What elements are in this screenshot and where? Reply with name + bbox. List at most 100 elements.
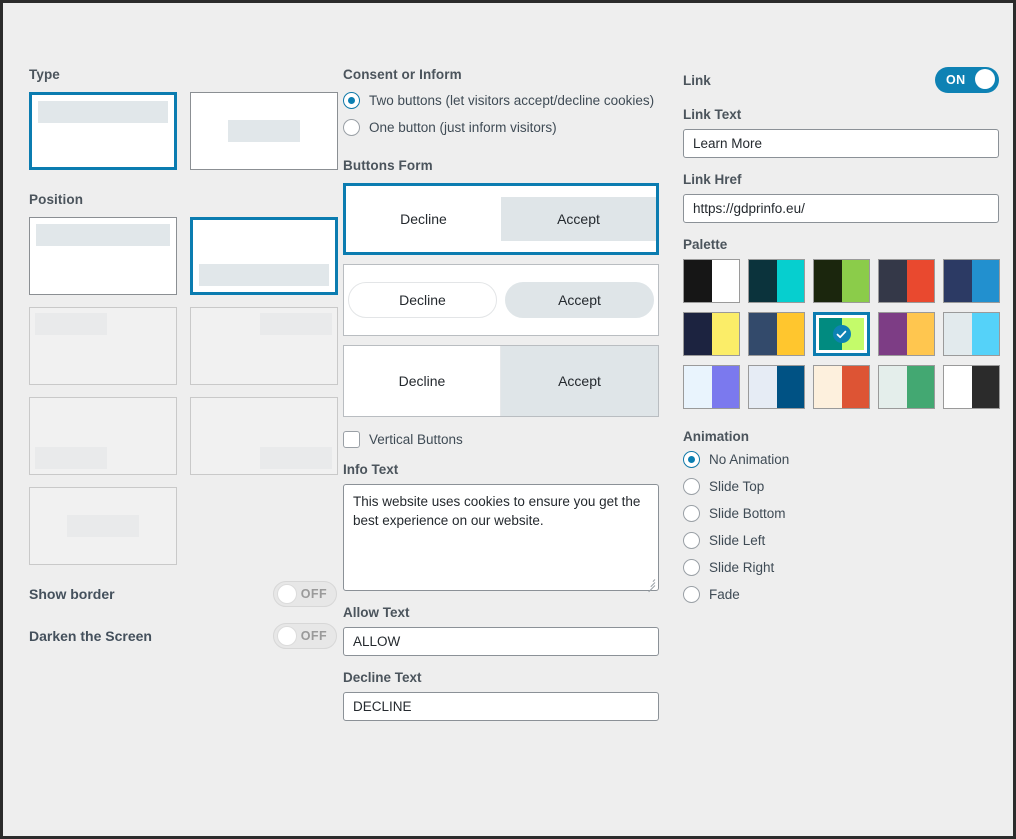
position-option-top-right[interactable] [190,307,338,385]
animation-radio-3[interactable]: Slide Left [683,532,1005,549]
link-text-input[interactable]: Learn More [683,129,999,158]
position-option-bottom-left[interactable] [29,397,177,475]
swatch-color-left [879,366,907,408]
link-href-input[interactable]: https://gdprinfo.eu/ [683,194,999,223]
toggle-switch[interactable]: OFF [273,623,337,649]
swatch-color-right [712,260,740,302]
column-right: Link ON Link Text Learn More Link Href h… [681,67,1005,828]
consent-radio-1[interactable]: One button (just inform visitors) [343,119,681,136]
swatch-color-left [684,260,712,302]
toggle-state: OFF [301,582,327,606]
palette-swatch-12[interactable] [813,365,870,409]
toggle-knob [277,584,297,604]
swatch-color-right [777,366,805,408]
swatch-color-right [842,366,870,408]
radio-icon [343,92,360,109]
vertical-buttons-checkbox[interactable]: Vertical Buttons [343,431,681,448]
swatch-color-left [749,313,777,355]
animation-radio-4[interactable]: Slide Right [683,559,1005,576]
info-text-input[interactable]: This website uses cookies to ensure you … [343,484,659,591]
buttons-form-variant-3[interactable]: DeclineAccept [343,345,659,417]
radio-label: Slide Bottom [709,506,786,521]
type-option-popup[interactable] [190,92,338,170]
position-option-bottom-right[interactable] [190,397,338,475]
palette-swatch-4[interactable] [943,259,1000,303]
palette-swatch-11[interactable] [748,365,805,409]
swatch-color-left [684,313,712,355]
swatch-color-left [944,366,972,408]
radio-label: Two buttons (let visitors accept/decline… [369,93,654,108]
link-text-label: Link Text [683,107,1005,122]
toggle-row-1: Darken the Screen OFF [29,623,337,649]
info-text-value: This website uses cookies to ensure you … [353,494,640,528]
radio-label: One button (just inform visitors) [369,120,557,135]
position-option-top-full[interactable] [29,217,177,295]
radio-label: Fade [709,587,740,602]
link-label: Link [683,73,711,88]
animation-radio-5[interactable]: Fade [683,586,1005,603]
palette-swatch-0[interactable] [683,259,740,303]
palette-swatch-10[interactable] [683,365,740,409]
swatch-color-right [972,366,1000,408]
thumbnail-bar [260,447,332,469]
swatch-color-left [944,313,972,355]
toggle-state: OFF [301,624,327,648]
position-option-bottom-full[interactable] [190,217,338,295]
column-middle: Consent or Inform Two buttons (let visit… [343,67,681,828]
decline-text-label: Decline Text [343,670,681,685]
palette-swatch-5[interactable] [683,312,740,356]
swatch-color-right [712,366,740,408]
toggle-knob [277,626,297,646]
toggle-label: Darken the Screen [29,628,152,644]
radio-label: Slide Right [709,560,774,575]
radio-icon [683,559,700,576]
position-option-top-left[interactable] [29,307,177,385]
type-option-banner[interactable] [29,92,177,170]
column-left: Type Position Show borderOFFDarken the S… [11,67,343,828]
animation-radio-0[interactable]: No Animation [683,451,1005,468]
swatch-color-left [814,366,842,408]
link-href-label: Link Href [683,172,1005,187]
link-text-value: Learn More [693,136,762,151]
swatch-color-left [879,260,907,302]
toggle-switch[interactable]: OFF [273,581,337,607]
palette-swatch-1[interactable] [748,259,805,303]
buttons-form-variant-2[interactable]: DeclineAccept [343,264,659,336]
settings-panel: Type Position Show borderOFFDarken the S… [0,0,1016,839]
palette-swatch-3[interactable] [878,259,935,303]
thumbnail-bar [38,101,168,123]
palette-swatch-14[interactable] [943,365,1000,409]
checkbox-icon [343,431,360,448]
consent-radio-group: Two buttons (let visitors accept/decline… [343,92,681,136]
allow-text-input[interactable]: ALLOW [343,627,659,656]
palette-swatch-13[interactable] [878,365,935,409]
thumbnail-bar [35,313,107,335]
swatch-color-right [777,313,805,355]
palette-swatch-7[interactable] [813,312,870,356]
buttons-form-variant-1[interactable]: DeclineAccept [343,183,659,255]
info-text-label: Info Text [343,462,681,477]
palette-swatch-6[interactable] [748,312,805,356]
link-toggle[interactable]: ON [935,67,999,93]
palette-swatch-2[interactable] [813,259,870,303]
toggle-row-0: Show border OFF [29,581,337,607]
radio-label: Slide Left [709,533,765,548]
consent-radio-0[interactable]: Two buttons (let visitors accept/decline… [343,92,681,109]
allow-text-value: ALLOW [353,634,400,649]
radio-icon [683,505,700,522]
radio-label: No Animation [709,452,789,467]
position-option-center[interactable] [29,487,177,565]
resize-grip-icon[interactable] [644,576,656,588]
palette-swatch-9[interactable] [943,312,1000,356]
buttons-form-label: Buttons Form [343,158,681,173]
swatch-color-right [712,313,740,355]
animation-radio-group: No Animation Slide Top Slide Bottom Slide L… [683,451,1005,603]
animation-radio-2[interactable]: Slide Bottom [683,505,1005,522]
animation-radio-1[interactable]: Slide Top [683,478,1005,495]
decline-text-value: DECLINE [353,699,412,714]
toggle-label: Show border [29,586,115,602]
left-toggle-list: Show border OFF Darken the Screen OFF [29,581,343,649]
palette-swatch-8[interactable] [878,312,935,356]
decline-text-input[interactable]: DECLINE [343,692,659,721]
swatch-color-left [684,366,712,408]
